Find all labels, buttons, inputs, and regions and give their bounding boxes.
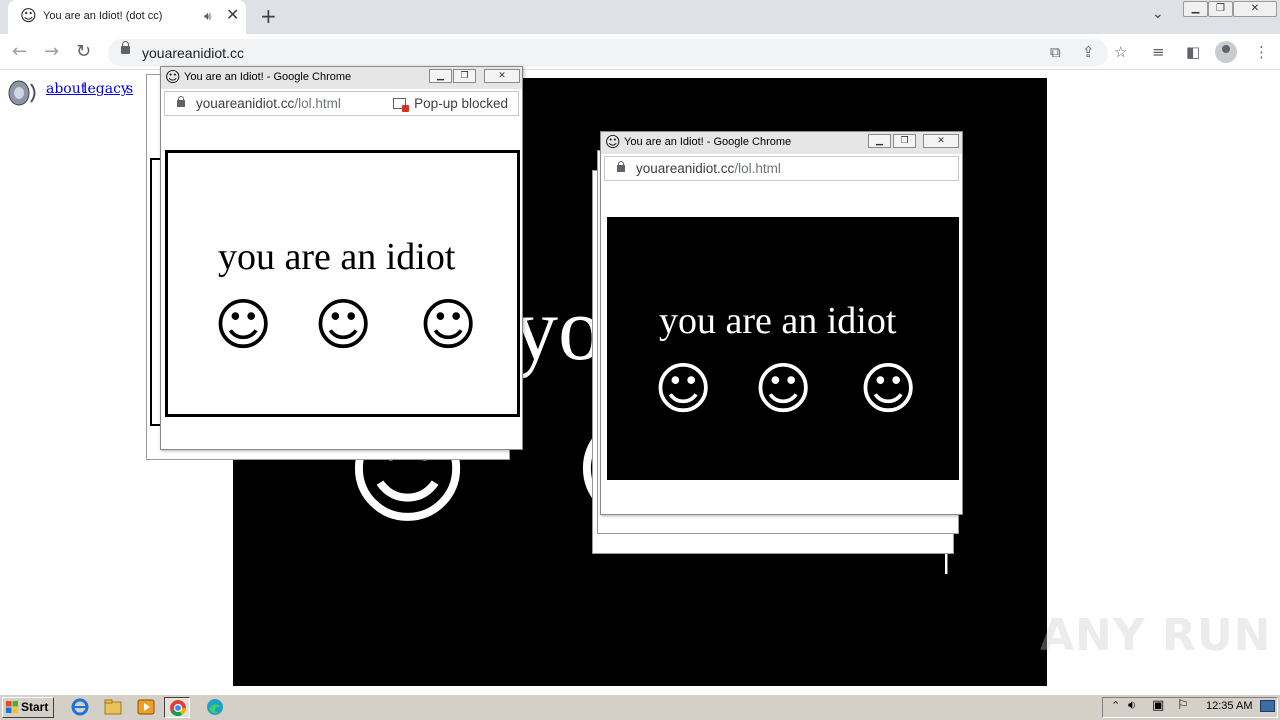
popup-restore-button[interactable]: ❐ (893, 134, 916, 148)
smiley-icon: ☺ (859, 357, 918, 422)
folder-icon[interactable] (102, 697, 124, 717)
tray-expand-icon[interactable]: ⌃ (1111, 699, 1120, 712)
menu-kebab-icon[interactable]: ⋮ (1254, 44, 1269, 60)
idiot-popup-window-black[interactable]: ☺ You are an Idiot! - Google Chrome ▁ ❐ … (600, 131, 963, 515)
chrome-icon (170, 700, 187, 717)
smiley-favicon-icon: ☺ (20, 6, 37, 25)
smiley-icon: ☺ (419, 293, 478, 358)
address-bar[interactable] (108, 39, 1108, 67)
forward-arrow-icon[interactable]: → (44, 41, 59, 63)
about-link[interactable]: about (46, 81, 86, 97)
tab-active[interactable]: ☺ You are an Idiot! (dot cc) 🔊︎ ✕ (8, 0, 246, 34)
idiot-message: you are an idiot (218, 236, 456, 278)
popup-blocked-icon[interactable]: ⧉ (1050, 44, 1061, 60)
smiley-favicon-icon: ☺ (165, 68, 181, 86)
popup-title: You are an Idiot! - Google Chrome (624, 136, 792, 148)
speaker-icon[interactable] (6, 78, 40, 108)
profile-avatar[interactable] (1215, 41, 1237, 63)
share-icon[interactable]: ⇪ (1082, 44, 1095, 60)
partial-link[interactable]: s (126, 81, 133, 97)
media-player-icon[interactable] (135, 697, 157, 717)
smiley-icon: ☺ (214, 293, 273, 358)
chevron-down-icon[interactable]: ⌄ (1152, 6, 1164, 22)
side-panel-icon[interactable]: ◧ (1186, 44, 1200, 60)
new-tab-button[interactable]: + (260, 4, 277, 28)
smiley-icon: ☺ (754, 357, 813, 422)
action-center-flag-icon[interactable]: ⚐ (1177, 698, 1189, 713)
smiley-icon: ☺ (314, 293, 373, 358)
volume-icon[interactable]: 🔉︎ (1128, 698, 1136, 713)
tab-title: You are an Idiot! (dot cc) (43, 10, 163, 22)
idiot-message: you are an idiot (659, 300, 897, 342)
popup-title-bar[interactable]: ☺ You are an Idiot! - Google Chrome ▁ ❐ … (601, 132, 962, 154)
popup-close-button[interactable]: ✕ (484, 69, 520, 83)
media-control-icon[interactable]: ≡ (1152, 44, 1165, 60)
popup-url[interactable]: youareanidiot.cc/lol.html (196, 96, 341, 111)
clock[interactable]: 12:35 AM (1206, 700, 1252, 712)
smiley-icon: ☺ (654, 357, 713, 422)
close-button[interactable]: ✕ (1233, 1, 1277, 17)
popup-window-ghost-edge (945, 554, 948, 574)
edge-icon[interactable] (204, 697, 226, 717)
idiot-popup-window-white[interactable]: ☺ You are an Idiot! - Google Chrome ▁ ❐ … (160, 66, 523, 450)
reload-icon[interactable]: ↻ (76, 41, 91, 63)
popup-restore-button[interactable]: ❐ (453, 69, 476, 83)
popup-close-button[interactable]: ✕ (923, 134, 959, 148)
taskbar (0, 694, 1280, 720)
legacy-link[interactable]: legacy (83, 81, 129, 97)
tab-close-icon[interactable]: ✕ (226, 6, 239, 24)
popup-blocked-icon (393, 98, 410, 112)
restore-button[interactable]: ❐ (1208, 1, 1233, 17)
lock-icon (177, 96, 185, 107)
popup-blocked-notice[interactable]: Pop-up blocked (393, 96, 508, 112)
speaker-audio-icon[interactable]: 🔊︎ (204, 9, 212, 24)
popup-title-bar[interactable]: ☺ You are an Idiot! - Google Chrome ▁ ❐ … (161, 67, 522, 89)
popup-content-white: you are an idiot ☺ ☺ ☺ (165, 150, 520, 417)
watermark: ANY RUN (1040, 610, 1272, 661)
lock-icon[interactable] (121, 41, 130, 54)
chrome-taskbar-button[interactable] (164, 697, 190, 718)
smiley-favicon-icon: ☺ (605, 133, 621, 151)
popup-title: You are an Idiot! - Google Chrome (184, 71, 352, 83)
minimize-button[interactable]: ▁ (1183, 1, 1208, 17)
popup-minimize-button[interactable]: ▁ (429, 69, 452, 83)
bookmark-star-icon[interactable]: ☆ (1114, 44, 1127, 60)
lock-icon (617, 161, 625, 172)
popup-url[interactable]: youareanidiot.cc/lol.html (636, 161, 781, 176)
address-text[interactable]: youareanidiot.cc (142, 45, 244, 61)
network-icon[interactable]: ▣ (1152, 698, 1164, 713)
internet-explorer-icon[interactable] (69, 697, 91, 717)
popup-address-bar[interactable]: youareanidiot.cc/lol.html (604, 156, 959, 181)
popup-content-black: you are an idiot ☺ ☺ ☺ (607, 217, 959, 480)
popup-address-bar[interactable]: youareanidiot.cc/lol.html Pop-up blocked (164, 91, 519, 116)
popup-minimize-button[interactable]: ▁ (868, 134, 891, 148)
show-desktop-icon[interactable] (1260, 700, 1275, 712)
back-arrow-icon[interactable]: ← (12, 41, 27, 63)
windows-logo-icon (6, 701, 18, 713)
